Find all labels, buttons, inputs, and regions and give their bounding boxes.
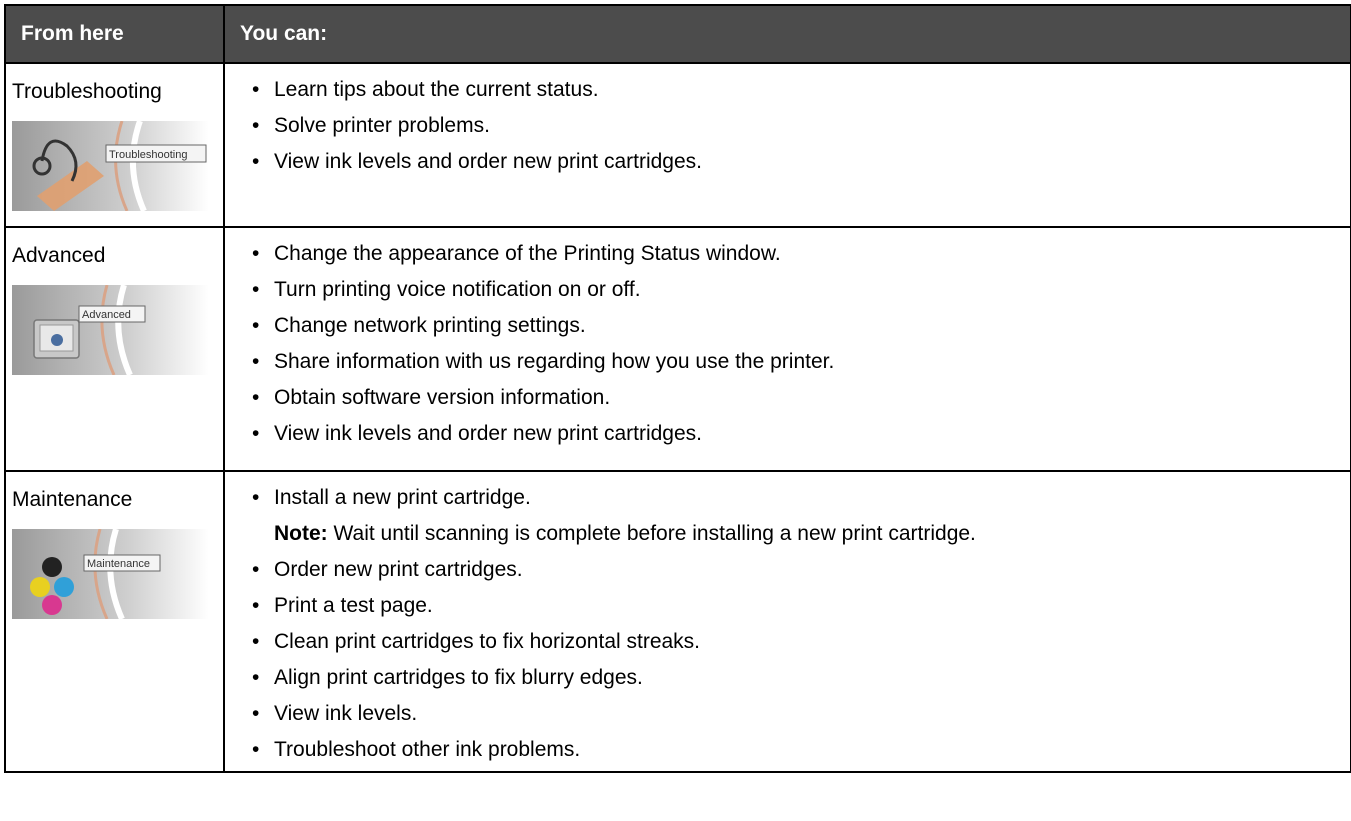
maintenance-thumbnail-caption: Maintenance: [87, 558, 150, 570]
table-row-advanced: Advanced Advanced • Change the appearanc…: [4, 226, 1351, 472]
source-cell: Advanced Advanced: [4, 226, 225, 472]
page: From here You can: Troubleshooting Troub…: [0, 0, 1351, 821]
action-text: Clean print cartridges to fix horizontal…: [274, 630, 701, 653]
bullet-icon: •: [252, 558, 260, 581]
table-header-row: From here You can:: [4, 4, 1351, 63]
bullet-icon: •: [252, 594, 260, 617]
source-cell: Troubleshooting Troubleshooting: [4, 62, 225, 228]
actions-cell: • Install a new print cartridge. Note: Wa…: [223, 470, 1351, 773]
action-text: View ink levels.: [274, 702, 418, 725]
list-item: • Align print cartridges to fix blurry ed…: [252, 663, 1350, 693]
source-label: Troubleshooting: [12, 80, 162, 103]
header-from-here: From here: [4, 4, 225, 63]
list-item: • Change network printing settings.: [252, 311, 1350, 341]
action-text: Turn printing voice notification on or o…: [274, 278, 641, 301]
action-text: Order new print cartridges.: [274, 558, 523, 581]
actions-cell: • Change the appearance of the Printing S…: [223, 226, 1351, 472]
action-text: View ink levels and order new print cart…: [274, 422, 702, 445]
list-item: • Learn tips about the current status.: [252, 75, 1350, 105]
action-text: Learn tips about the current status.: [274, 78, 599, 101]
action-text: Print a test page.: [274, 594, 433, 617]
action-text: Obtain software version information.: [274, 386, 611, 409]
advanced-thumbnail-icon: Advanced: [12, 285, 209, 375]
bullet-icon: •: [252, 422, 260, 445]
bullet-icon: •: [252, 78, 260, 101]
note-text: Wait until scanning is complete before i…: [327, 522, 976, 545]
bullet-icon: •: [252, 150, 260, 173]
actions-list: • Change the appearance of the Printing S…: [252, 239, 1350, 449]
list-item: • View ink levels.: [252, 699, 1350, 729]
bullet-icon: •: [252, 242, 260, 265]
actions-list: • Order new print cartridges. • Print a te…: [252, 555, 1350, 765]
note-label: Note:: [274, 522, 328, 545]
table-row-maintenance: Maintenance Maintenance • Install a new …: [4, 470, 1351, 773]
bullet-icon: •: [252, 738, 260, 761]
action-text: View ink levels and order new print cart…: [274, 150, 702, 173]
bullet-icon: •: [252, 386, 260, 409]
action-text: Solve printer problems.: [274, 114, 490, 137]
list-item: • Share information with us regarding how…: [252, 347, 1350, 377]
actions-cell: • Learn tips about the current status. • S…: [223, 62, 1351, 228]
list-item: • View ink levels and order new print car…: [252, 419, 1350, 449]
action-text: Change the appearance of the Printing St…: [274, 242, 781, 265]
actions-list: • Learn tips about the current status. • S…: [252, 75, 1350, 177]
source-label: Maintenance: [12, 488, 133, 511]
action-text: Share information with us regarding how …: [274, 350, 835, 373]
list-item: • Solve printer problems.: [252, 111, 1350, 141]
troubleshooting-thumbnail-caption: Troubleshooting: [109, 149, 187, 161]
list-item: • Turn printing voice notification on or …: [252, 275, 1350, 305]
actions-list: • Install a new print cartridge.: [252, 483, 1350, 513]
bullet-icon: •: [252, 486, 260, 509]
list-item: • Order new print cartridges.: [252, 555, 1350, 585]
list-item: • Obtain software version information.: [252, 383, 1350, 413]
action-text: Change network printing settings.: [274, 314, 586, 337]
maintenance-thumbnail-icon: Maintenance: [12, 529, 209, 619]
list-item: • View ink levels and order new print car…: [252, 147, 1350, 177]
table-row-troubleshooting: Troubleshooting Troubleshooting • Learn …: [4, 62, 1351, 228]
bullet-icon: •: [252, 350, 260, 373]
note: Note: Wait until scanning is complete be…: [252, 519, 1350, 549]
feature-table: From here You can: Troubleshooting Troub…: [4, 4, 1351, 773]
action-text: Align print cartridges to fix blurry edg…: [274, 666, 643, 689]
bullet-icon: •: [252, 114, 260, 137]
source-cell: Maintenance Maintenance: [4, 470, 225, 773]
advanced-thumbnail-caption: Advanced: [82, 309, 131, 321]
source-label: Advanced: [12, 244, 106, 267]
list-item: • Change the appearance of the Printing S…: [252, 239, 1350, 269]
list-item: • Troubleshoot other ink problems.: [252, 735, 1350, 765]
bullet-icon: •: [252, 702, 260, 725]
bullet-icon: •: [252, 630, 260, 653]
header-you-can: You can:: [223, 4, 1351, 63]
list-item: • Clean print cartridges to fix horizonta…: [252, 627, 1350, 657]
troubleshooting-thumbnail-icon: Troubleshooting: [12, 121, 209, 211]
bullet-icon: •: [252, 278, 260, 301]
action-text: Troubleshoot other ink problems.: [274, 738, 581, 761]
list-item: • Install a new print cartridge.: [252, 483, 1350, 513]
action-text: Install a new print cartridge.: [274, 486, 531, 509]
bullet-icon: •: [252, 666, 260, 689]
list-item: • Print a test page.: [252, 591, 1350, 621]
bullet-icon: •: [252, 314, 260, 337]
